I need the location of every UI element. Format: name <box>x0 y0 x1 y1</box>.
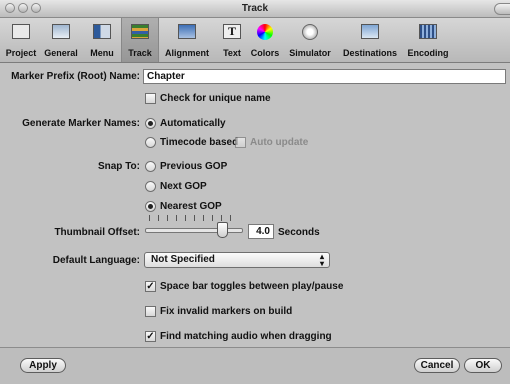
unique-name-label: Check for unique name <box>160 93 271 104</box>
next-gop-radio[interactable] <box>145 181 156 192</box>
tab-label: Menu <box>90 48 114 58</box>
text-icon: T <box>223 24 241 39</box>
timecode-based-radio[interactable] <box>145 137 156 148</box>
tab-label: General <box>44 48 78 58</box>
marker-prefix-label: Marker Prefix (Root) Name: <box>11 71 140 82</box>
color-wheel-icon <box>257 24 273 40</box>
destinations-icon <box>361 24 379 39</box>
thumbnail-offset-field[interactable]: 4.0 <box>248 224 274 239</box>
marker-prefix-field[interactable]: Chapter <box>143 69 506 84</box>
tab-label: Colors <box>250 48 280 58</box>
default-language-label: Default Language: <box>52 255 140 266</box>
general-icon <box>52 24 70 39</box>
ok-button[interactable]: OK <box>464 358 502 373</box>
nearest-gop-radio[interactable] <box>145 201 156 212</box>
tab-label: Simulator <box>289 48 331 58</box>
updown-arrows-icon: ▴ ▾ <box>319 252 324 268</box>
toolbar: Project General Menu Track Alignment T T… <box>0 18 510 63</box>
tab-colors[interactable]: Colors <box>247 18 283 62</box>
previous-gop-label: Previous GOP <box>160 161 228 172</box>
next-gop-label: Next GOP <box>160 181 207 192</box>
space-bar-toggle-checkbox[interactable]: ✓ <box>145 281 156 292</box>
auto-update-label: Auto update <box>250 137 309 148</box>
previous-gop-radio[interactable] <box>145 161 156 172</box>
title-bar: Track <box>0 0 510 18</box>
tab-label: Destinations <box>342 48 397 58</box>
project-icon <box>12 24 30 39</box>
space-bar-toggle-label: Space bar toggles between play/pause <box>160 281 344 292</box>
tab-destinations[interactable]: Destinations <box>337 18 403 62</box>
track-icon <box>131 24 149 39</box>
menu-icon <box>93 24 111 39</box>
track-preferences-pane: Marker Prefix (Root) Name: Chapter Check… <box>0 63 510 347</box>
apply-button[interactable]: Apply <box>20 358 66 373</box>
cancel-button[interactable]: Cancel <box>414 358 460 373</box>
tab-track[interactable]: Track <box>121 18 159 62</box>
find-matching-audio-checkbox[interactable]: ✓ <box>145 331 156 342</box>
tab-project[interactable]: Project <box>3 18 39 62</box>
tab-label: Track <box>128 48 152 58</box>
timecode-based-label: Timecode based <box>160 137 239 148</box>
tab-label: Alignment <box>165 48 209 58</box>
encoding-icon <box>419 24 437 39</box>
thumbnail-slider[interactable] <box>145 215 243 239</box>
window-title: Track <box>241 3 269 14</box>
slider-knob[interactable] <box>217 222 228 238</box>
tab-label: Encoding <box>407 48 449 58</box>
snap-to-label: Snap To: <box>97 161 140 172</box>
find-matching-audio-label: Find matching audio when dragging <box>160 331 332 342</box>
nearest-gop-label: Nearest GOP <box>160 201 222 212</box>
selected-language: Not Specified <box>151 254 215 265</box>
generate-label: Generate Marker Names: <box>22 118 140 129</box>
tab-label: Project <box>5 48 37 58</box>
tab-encoding[interactable]: Encoding <box>404 18 452 62</box>
tab-alignment[interactable]: Alignment <box>158 18 216 62</box>
simulator-icon <box>302 24 318 40</box>
toolbar-toggle-icon[interactable] <box>494 3 510 15</box>
default-language-select[interactable]: Not Specified ▴ ▾ <box>144 252 330 268</box>
tab-simulator[interactable]: Simulator <box>285 18 335 62</box>
button-bar: Apply Cancel OK <box>0 347 510 384</box>
auto-update-checkbox <box>235 137 246 148</box>
thumbnail-offset-label: Thumbnail Offset: <box>54 227 140 238</box>
automatically-radio[interactable] <box>145 118 156 129</box>
fix-invalid-markers-label: Fix invalid markers on build <box>160 306 293 317</box>
tab-menu[interactable]: Menu <box>84 18 120 62</box>
seconds-label: Seconds <box>278 227 320 238</box>
preferences-window: Track Project General Menu Track Alignme… <box>0 0 510 384</box>
tab-label: Text <box>223 48 241 58</box>
tab-general[interactable]: General <box>40 18 82 62</box>
automatically-label: Automatically <box>160 118 226 129</box>
slider-track <box>145 228 243 233</box>
alignment-icon <box>178 24 196 39</box>
slider-ticks <box>149 215 237 221</box>
unique-name-checkbox[interactable] <box>145 93 156 104</box>
tab-text[interactable]: T Text <box>218 18 246 62</box>
fix-invalid-markers-checkbox[interactable] <box>145 306 156 317</box>
